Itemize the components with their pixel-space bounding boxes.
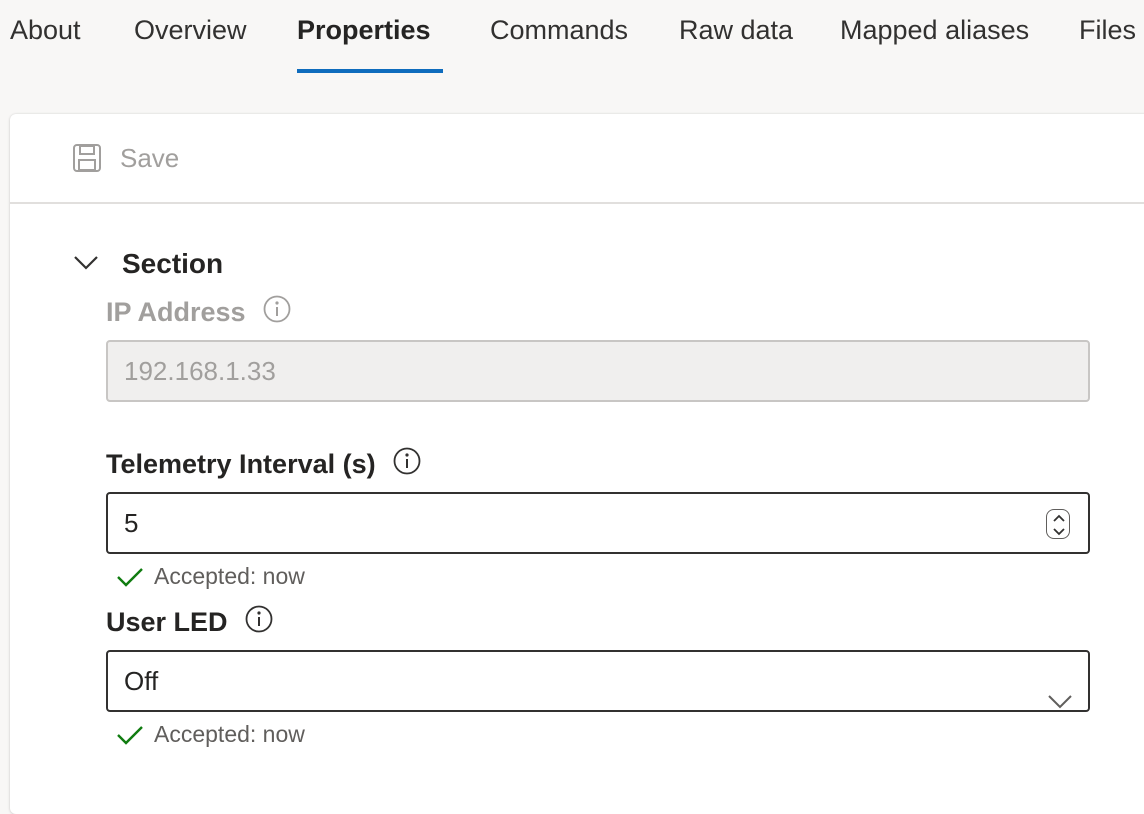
section-header[interactable]: Section <box>72 246 223 282</box>
telemetry-interval-value: 5 <box>124 508 139 538</box>
user-led-status: Accepted: now <box>116 721 305 748</box>
save-button[interactable]: Save <box>72 140 179 176</box>
telemetry-interval-label-text: Telemetry Interval (s) <box>106 449 376 479</box>
telemetry-interval-input[interactable]: 5 <box>106 492 1090 554</box>
save-icon <box>72 143 102 173</box>
user-led-select[interactable]: Off <box>106 650 1090 712</box>
checkmark-icon <box>116 566 154 588</box>
tab-about[interactable]: About <box>10 12 81 52</box>
user-led-value: Off <box>124 666 159 696</box>
user-led-label: User LED <box>106 604 274 641</box>
checkmark-icon <box>116 724 154 746</box>
user-led-label-text: User LED <box>106 607 228 637</box>
tab-files[interactable]: Files <box>1079 12 1136 52</box>
chevron-down-icon <box>72 252 100 277</box>
number-stepper[interactable] <box>1046 509 1070 539</box>
info-icon[interactable] <box>244 604 274 641</box>
status-text: Accepted: now <box>154 563 305 589</box>
status-text: Accepted: now <box>154 721 305 747</box>
section-title: Section <box>122 248 224 279</box>
info-icon[interactable] <box>262 294 292 331</box>
chevron-down-icon <box>1046 672 1074 730</box>
toolbar: Save <box>10 114 1144 204</box>
tab-commands[interactable]: Commands <box>490 12 628 52</box>
ip-address-label-text: IP Address <box>106 297 246 327</box>
ip-address-label: IP Address <box>106 294 292 331</box>
tab-raw-data[interactable]: Raw data <box>679 12 793 52</box>
tab-overview[interactable]: Overview <box>134 12 247 52</box>
tab-mapped-aliases[interactable]: Mapped aliases <box>840 12 1029 52</box>
ip-address-field: 192.168.1.33 <box>106 340 1090 402</box>
properties-panel: Save Section IP Address 192.168.1.33 Tel… <box>10 114 1144 814</box>
active-tab-indicator <box>297 69 443 73</box>
info-icon[interactable] <box>392 446 422 483</box>
telemetry-interval-status: Accepted: now <box>116 563 305 590</box>
save-label: Save <box>120 142 180 173</box>
tab-properties[interactable]: Properties <box>297 12 431 52</box>
tab-bar: About Overview Properties Commands Raw d… <box>0 0 1144 76</box>
telemetry-interval-label: Telemetry Interval (s) <box>106 446 422 483</box>
